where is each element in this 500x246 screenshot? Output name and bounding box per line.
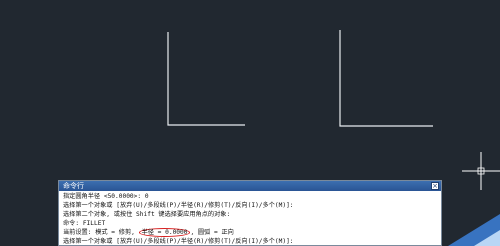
left-l-shape[interactable] xyxy=(167,32,245,126)
history-line-4: 命令: FILLET xyxy=(63,220,106,227)
command-prompt-line[interactable]: 选择第一个对象或 [放弃(U)/多段线(P)/半径(R)/修剪(T)/反向(I)… xyxy=(63,237,437,245)
crosshair-cursor-icon xyxy=(462,152,500,190)
history-line-3: 选择第二个对象, 或按住 Shift 键选择要应用角点的对象: xyxy=(63,211,231,218)
command-line-titlebar[interactable]: 命令行 × xyxy=(59,181,441,191)
command-line-window[interactable]: 命令行 × 指定圆角半径 <50.0000>: 0 选择第一个对象或 [放弃(U… xyxy=(58,180,442,246)
command-history: 指定圆角半径 <50.0000>: 0 选择第一个对象或 [放弃(U)/多段线(… xyxy=(59,191,441,245)
settings-suffix: , 圆弧 = 正向 xyxy=(190,229,234,236)
history-line-1: 指定圆角半径 <50.0000>: 0 xyxy=(63,193,149,200)
history-line-5: 当前设置: 模式 = 修剪, 半径 = 0.0000, 圆弧 = 正向 xyxy=(63,228,437,237)
close-icon[interactable]: × xyxy=(431,182,439,190)
radius-highlight: 半径 = 0.0000 xyxy=(138,228,191,237)
settings-prefix: 当前设置: 模式 = 修剪, xyxy=(63,229,139,236)
corner-decoration-light xyxy=(474,230,500,246)
command-line-title: 命令行 xyxy=(63,182,84,190)
history-line-2: 选择第一个对象或 [放弃(U)/多段线(P)/半径(R)/修剪(T)/反向(I)… xyxy=(63,202,294,209)
right-l-shape[interactable] xyxy=(339,30,433,127)
